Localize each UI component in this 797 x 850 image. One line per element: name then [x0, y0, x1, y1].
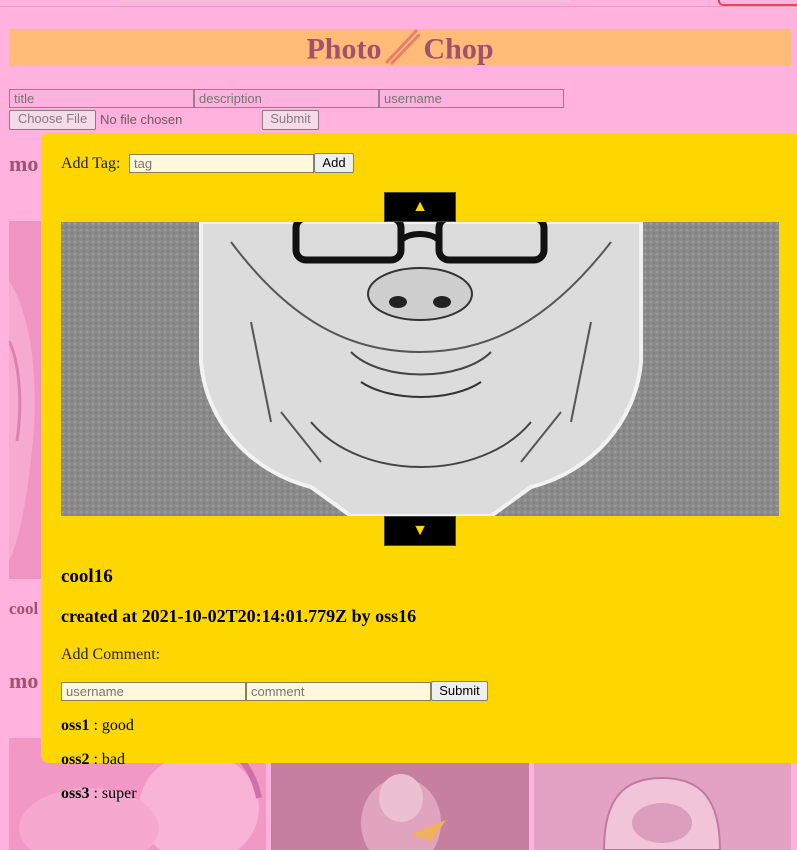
- no-file-text: No file chosen: [100, 112, 183, 127]
- main-photo: [61, 222, 779, 516]
- upload-username-input[interactable]: [379, 89, 564, 108]
- top-pill-button[interactable]: [718, 0, 797, 6]
- next-photo-button[interactable]: ▼: [384, 516, 456, 546]
- photo-detail-modal: Add Tag: Add ▲ ▼: [41, 133, 797, 768]
- choose-file-button[interactable]: Choose File: [9, 110, 96, 130]
- add-tag-label: Add Tag:: [61, 155, 121, 172]
- bg-photo-1[interactable]: [9, 221, 41, 579]
- comment-user: oss1: [61, 717, 90, 734]
- chopsticks-icon: [384, 29, 421, 74]
- app-banner: Photo Chop: [9, 29, 791, 66]
- photo-title: cool16: [61, 566, 113, 587]
- comment-text-input[interactable]: [246, 682, 431, 701]
- comment-user: oss2: [61, 751, 90, 768]
- upload-description-input[interactable]: [194, 89, 379, 108]
- comment-item: oss1 : good: [61, 717, 134, 735]
- photo-created-info: created at 2021-10-02T20:14:01.779Z by o…: [61, 606, 417, 626]
- bg-section-heading-2: mo: [9, 668, 39, 693]
- upload-submit-button[interactable]: Submit: [262, 110, 319, 130]
- comment-text: : bad: [89, 751, 125, 768]
- top-strip: [0, 0, 797, 7]
- comment-username-input[interactable]: [61, 682, 246, 701]
- add-comment-label: Add Comment:: [61, 646, 161, 663]
- top-bar: [120, 0, 570, 2]
- comment-item: oss2 : bad: [61, 751, 125, 769]
- comment-user: oss3: [61, 785, 90, 802]
- bg-photo-caption-1: cool: [9, 599, 39, 618]
- comment-text: : super: [89, 785, 137, 802]
- comment-submit-button[interactable]: Submit: [431, 681, 488, 701]
- comment-text: : good: [89, 717, 134, 734]
- comment-item: oss3 : super: [61, 785, 137, 803]
- upload-title-input[interactable]: [9, 89, 194, 108]
- bg-section-heading-1: mo: [9, 151, 39, 176]
- app-title-right: Chop: [423, 32, 494, 66]
- tag-input[interactable]: [129, 154, 314, 173]
- previous-photo-button[interactable]: ▲: [384, 192, 456, 222]
- add-tag-button[interactable]: Add: [314, 153, 354, 173]
- app-title-left: Photo: [306, 32, 382, 66]
